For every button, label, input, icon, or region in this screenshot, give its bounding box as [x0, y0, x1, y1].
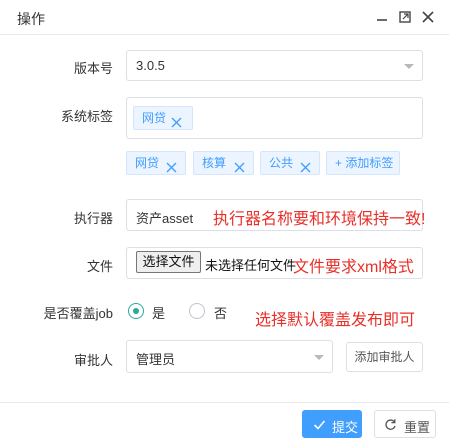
- version-value: 3.0.5: [136, 58, 165, 73]
- add-tag-button[interactable]: + 添加标签: [326, 151, 400, 175]
- overwrite-no-radio[interactable]: [189, 303, 205, 319]
- overwrite-annotation: 选择默认覆盖发布即可: [255, 312, 416, 329]
- tag-option-label: 公共: [269, 156, 294, 170]
- file-label: 文件: [86, 259, 113, 274]
- executor-value: 资产asset: [136, 211, 194, 226]
- overwrite-yes-label[interactable]: 是: [152, 303, 165, 322]
- submit-label: 提交: [332, 420, 359, 435]
- selected-tag: 网贷: [133, 106, 193, 130]
- maximize-icon[interactable]: [398, 10, 412, 24]
- overwrite-no-label[interactable]: 否: [214, 303, 227, 322]
- choose-file-button[interactable]: 选择文件: [136, 251, 201, 273]
- version-select[interactable]: 3.0.5: [126, 50, 423, 81]
- file-status: 未选择任何文件: [205, 258, 297, 273]
- radio-dot: [133, 308, 139, 314]
- system-tags-label: 系统标签: [60, 109, 113, 124]
- tag-remove-icon[interactable]: [171, 113, 182, 128]
- selected-tag-label: 网贷: [142, 111, 167, 125]
- reset-button[interactable]: 重置: [374, 410, 436, 438]
- add-tag-label: + 添加标签: [335, 156, 394, 170]
- tag-remove-icon[interactable]: [300, 158, 311, 173]
- reset-label: 重置: [404, 420, 431, 435]
- close-icon[interactable]: [421, 10, 435, 24]
- chevron-down-icon: [404, 64, 414, 69]
- chevron-down-icon: [314, 355, 324, 360]
- system-tags-input[interactable]: 网贷: [126, 97, 423, 139]
- file-annotation: 文件要求xml格式: [293, 259, 414, 276]
- approver-label: 审批人: [73, 353, 113, 368]
- tag-remove-icon[interactable]: [234, 158, 245, 173]
- tag-option-label: 核算: [202, 156, 227, 170]
- tag-option-wangdai[interactable]: 网贷: [126, 151, 186, 175]
- check-icon: [313, 418, 326, 434]
- dialog-title: 操作: [17, 11, 45, 27]
- operation-dialog: 操作 版本号 3.0.5 系统标签 网贷 网贷 核算 公共 + 添加标签 执行器…: [0, 0, 449, 444]
- tag-option-label: 网贷: [135, 156, 160, 170]
- approver-select[interactable]: 管理员: [126, 340, 333, 373]
- overwrite-yes-radio[interactable]: [128, 303, 144, 319]
- minimize-icon[interactable]: [375, 10, 389, 24]
- dialog-title-bar: 操作: [0, 0, 449, 35]
- executor-annotation: 执行器名称要和环境保持一致!: [213, 211, 426, 228]
- tag-option-hesuan[interactable]: 核算: [193, 151, 254, 175]
- version-label: 版本号: [73, 61, 113, 76]
- submit-button[interactable]: 提交: [302, 410, 362, 438]
- tag-remove-icon[interactable]: [166, 158, 177, 173]
- executor-label: 执行器: [73, 211, 113, 226]
- tag-option-gonggong[interactable]: 公共: [260, 151, 320, 175]
- refresh-icon: [384, 418, 397, 434]
- add-approver-button[interactable]: 添加审批人: [346, 342, 423, 372]
- overwrite-label: 是否覆盖job: [43, 306, 113, 321]
- approver-value: 管理员: [136, 352, 176, 367]
